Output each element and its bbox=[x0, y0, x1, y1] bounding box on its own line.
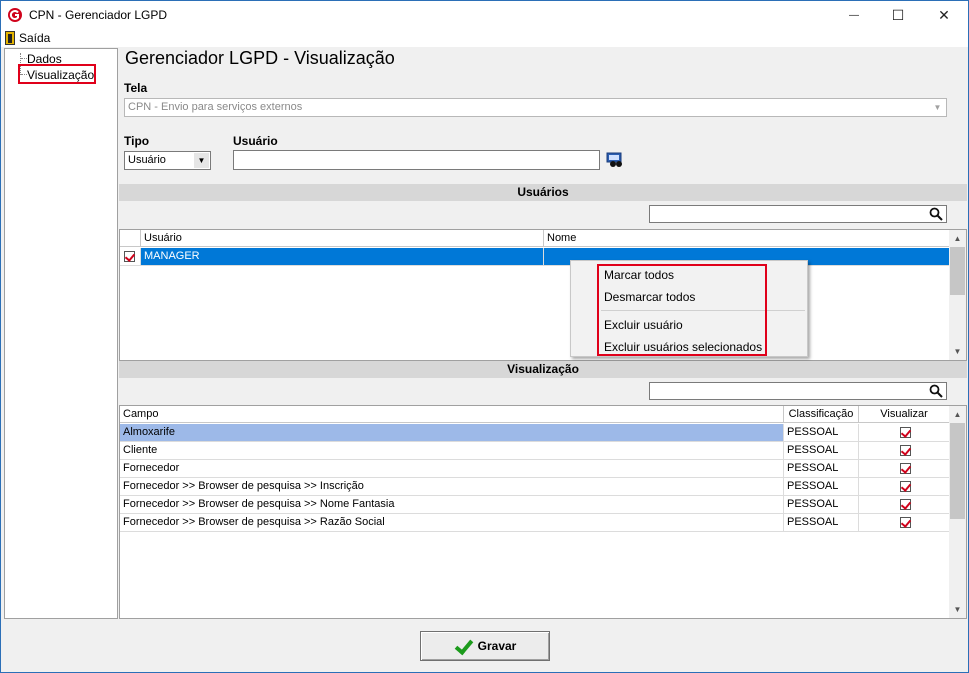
visualizacao-grid: Campo Classificação Visualizar Almoxarif… bbox=[119, 405, 967, 619]
column-header-visualizar[interactable]: Visualizar bbox=[859, 406, 950, 423]
table-row[interactable]: MANAGER bbox=[120, 248, 950, 266]
cell-visualizar bbox=[859, 514, 950, 531]
row-checkbox[interactable] bbox=[124, 251, 135, 262]
cell-classificacao: PESSOAL bbox=[784, 496, 859, 513]
visualizacao-section-header: Visualização bbox=[119, 361, 967, 378]
tipo-label: Tipo bbox=[124, 134, 150, 148]
search-icon[interactable] bbox=[929, 207, 943, 221]
usuarios-section-header: Usuários bbox=[119, 184, 967, 201]
cell-visualizar bbox=[859, 496, 950, 513]
context-menu: Marcar todos Desmarcar todos Excluir usu… bbox=[570, 260, 808, 357]
scroll-up-icon[interactable]: ▲ bbox=[949, 230, 966, 247]
usuario-label: Usuário bbox=[233, 134, 278, 148]
cell-classificacao: PESSOAL bbox=[784, 460, 859, 477]
exit-door-icon bbox=[5, 31, 15, 45]
cell-campo: Fornecedor bbox=[120, 460, 784, 477]
cell-campo: Fornecedor >> Browser de pesquisa >> Ins… bbox=[120, 478, 784, 495]
column-header-usuario[interactable]: Usuário bbox=[141, 230, 544, 247]
cell-classificacao: PESSOAL bbox=[784, 478, 859, 495]
usuarios-scrollbar[interactable]: ▲ ▼ bbox=[949, 230, 966, 360]
tela-select[interactable]: CPN - Envio para serviços externos ▼ bbox=[124, 98, 947, 117]
chevron-down-icon: ▼ bbox=[933, 103, 942, 112]
binoculars-search-icon[interactable] bbox=[606, 152, 624, 168]
search-icon[interactable] bbox=[929, 384, 943, 398]
table-row[interactable]: Almoxarife PESSOAL bbox=[120, 424, 950, 442]
cell-visualizar bbox=[859, 460, 950, 477]
window-title: CPN - Gerenciador LGPD bbox=[29, 8, 168, 22]
visualizacao-grid-header: Campo Classificação Visualizar bbox=[120, 406, 950, 423]
cell-classificacao: PESSOAL bbox=[784, 514, 859, 531]
close-icon: ✕ bbox=[938, 6, 950, 23]
maximize-icon: ☐ bbox=[891, 6, 905, 23]
cell-campo: Cliente bbox=[120, 442, 784, 459]
title-bar: CPN - Gerenciador LGPD — ☐ ✕ bbox=[1, 1, 968, 29]
visualizar-checkbox[interactable] bbox=[900, 463, 911, 474]
cell-campo: Fornecedor >> Browser de pesquisa >> Nom… bbox=[120, 496, 784, 513]
table-row[interactable]: Fornecedor >> Browser de pesquisa >> Raz… bbox=[120, 514, 950, 532]
navigation-tree: Dados Visualização bbox=[4, 48, 118, 619]
green-check-icon bbox=[454, 638, 472, 654]
column-header-classificacao[interactable]: Classificação bbox=[784, 406, 859, 423]
usuarios-search-input[interactable] bbox=[649, 205, 947, 223]
save-button[interactable]: Gravar bbox=[420, 631, 550, 661]
column-header-nome[interactable]: Nome bbox=[544, 230, 950, 247]
scroll-down-icon[interactable]: ▼ bbox=[949, 601, 966, 618]
cell-classificacao: PESSOAL bbox=[784, 442, 859, 459]
cell-visualizar bbox=[859, 478, 950, 495]
table-row[interactable]: Fornecedor PESSOAL bbox=[120, 460, 950, 478]
close-button[interactable]: ✕ bbox=[921, 1, 967, 29]
table-row[interactable]: Fornecedor >> Browser de pesquisa >> Ins… bbox=[120, 478, 950, 496]
menu-bar: Saída bbox=[1, 29, 968, 47]
chevron-down-icon[interactable]: ▼ bbox=[194, 153, 209, 168]
cell-classificacao: PESSOAL bbox=[784, 424, 859, 441]
cell-visualizar bbox=[859, 424, 950, 441]
tipo-select[interactable]: Usuário ▼ bbox=[124, 151, 211, 170]
annotation-highlight-box bbox=[18, 64, 96, 84]
tipo-select-value: Usuário bbox=[128, 154, 166, 166]
tela-select-value: CPN - Envio para serviços externos bbox=[128, 101, 303, 113]
usuario-input[interactable] bbox=[233, 150, 600, 170]
visualizacao-scrollbar[interactable]: ▲ ▼ bbox=[949, 406, 966, 618]
row-select-cell[interactable] bbox=[120, 248, 141, 265]
visualizar-checkbox[interactable] bbox=[900, 499, 911, 510]
app-logo-icon bbox=[8, 8, 22, 22]
tela-label: Tela bbox=[124, 81, 148, 95]
menu-exit[interactable]: Saída bbox=[5, 30, 50, 46]
usuarios-grid-header: Usuário Nome bbox=[120, 230, 950, 247]
cell-visualizar bbox=[859, 442, 950, 459]
scrollbar-thumb[interactable] bbox=[950, 247, 965, 295]
visualizar-checkbox[interactable] bbox=[900, 427, 911, 438]
table-row[interactable]: Fornecedor >> Browser de pesquisa >> Nom… bbox=[120, 496, 950, 514]
column-header-select bbox=[120, 230, 141, 247]
cell-campo: Fornecedor >> Browser de pesquisa >> Raz… bbox=[120, 514, 784, 531]
column-header-campo[interactable]: Campo bbox=[120, 406, 784, 423]
scrollbar-thumb[interactable] bbox=[950, 423, 965, 519]
scroll-up-icon[interactable]: ▲ bbox=[949, 406, 966, 423]
usuarios-grid: Usuário Nome MANAGER ▲ ▼ bbox=[119, 229, 967, 361]
visualizar-checkbox[interactable] bbox=[900, 481, 911, 492]
scroll-down-icon[interactable]: ▼ bbox=[949, 343, 966, 360]
table-row[interactable]: Cliente PESSOAL bbox=[120, 442, 950, 460]
app-window: CPN - Gerenciador LGPD — ☐ ✕ Saída Dados… bbox=[0, 0, 969, 673]
visualizacao-search-input[interactable] bbox=[649, 382, 947, 400]
page-title: Gerenciador LGPD - Visualização bbox=[125, 48, 395, 68]
cell-usuario: MANAGER bbox=[141, 248, 544, 265]
minimize-icon: — bbox=[849, 9, 859, 21]
maximize-button[interactable]: ☐ bbox=[875, 1, 921, 29]
visualizar-checkbox[interactable] bbox=[900, 445, 911, 456]
save-button-label: Gravar bbox=[477, 639, 517, 653]
menu-exit-label: Saída bbox=[19, 31, 51, 45]
cell-campo: Almoxarife bbox=[120, 424, 784, 441]
minimize-button[interactable]: — bbox=[831, 1, 877, 29]
visualizar-checkbox[interactable] bbox=[900, 517, 911, 528]
annotation-highlight-box bbox=[597, 264, 767, 356]
